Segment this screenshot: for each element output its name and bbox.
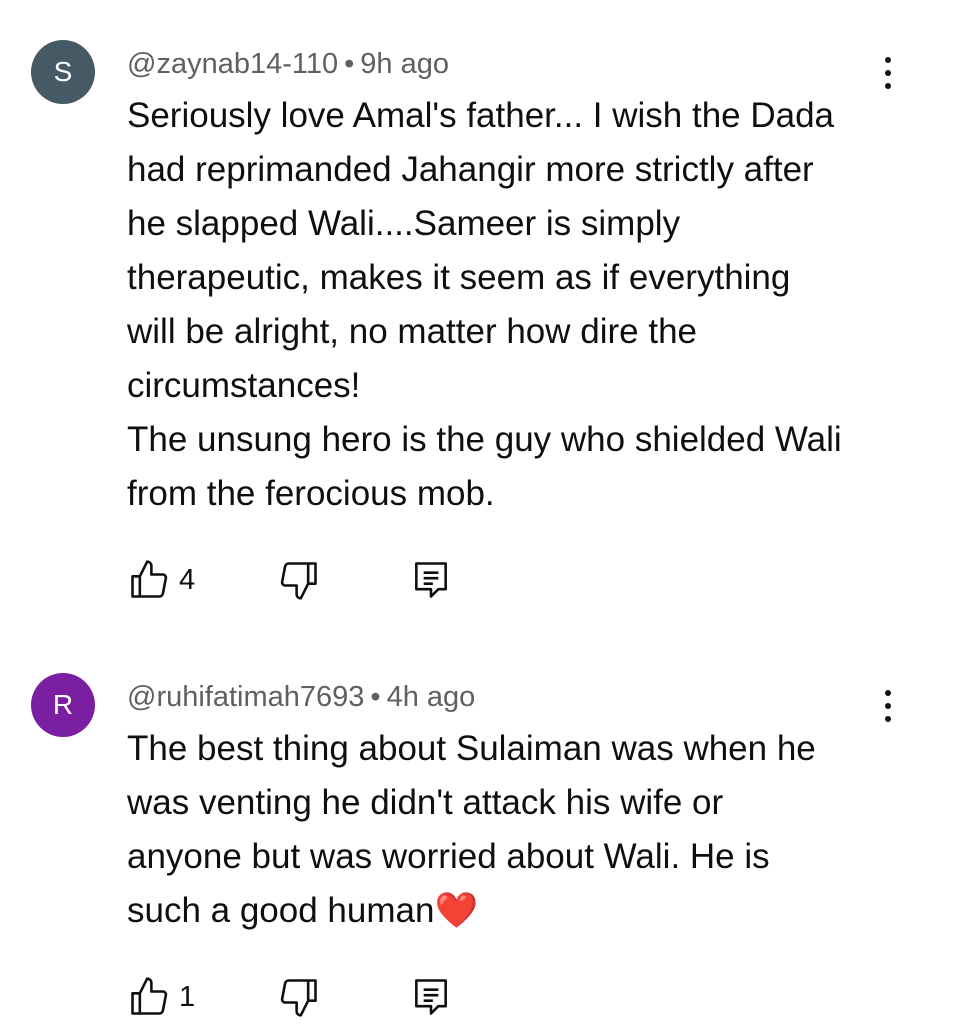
thumbs-down-icon[interactable] xyxy=(277,558,321,602)
comment-line: circumstances! xyxy=(127,366,361,405)
comment-meta: @zaynab14-110 • 9h ago xyxy=(127,46,449,82)
comment-line: was venting he didn't attack his wife or xyxy=(127,783,724,822)
comment-actions: 1 xyxy=(127,975,527,1019)
comment-text: Seriously love Amal's father... I wish t… xyxy=(127,89,917,521)
thumbs-up-icon xyxy=(131,560,168,598)
comment-line: The best thing about Sulaiman was when h… xyxy=(127,729,816,768)
avatar[interactable]: R xyxy=(31,673,95,737)
comment-line: anyone but was worried about Wali. He is xyxy=(127,837,770,876)
heart-emoji: ❤️ xyxy=(434,891,479,930)
like-button[interactable]: 1 xyxy=(127,975,217,1019)
meta-separator: • xyxy=(344,48,355,80)
reply-icon[interactable] xyxy=(409,975,453,1019)
comment-line: such a good human❤️ xyxy=(127,884,917,938)
thumbs-up-icon xyxy=(131,977,168,1015)
comment-actions: 4 xyxy=(127,558,527,602)
like-count: 4 xyxy=(179,564,196,596)
more-vert-icon[interactable] xyxy=(876,686,900,726)
like-button[interactable]: 4 xyxy=(127,558,217,602)
comment-time: 4h ago xyxy=(386,681,476,713)
comment-line: had reprimanded Jahangir more strictly a… xyxy=(127,150,814,189)
like-count: 1 xyxy=(179,981,196,1013)
comment-line: will be alright, no matter how dire the xyxy=(127,312,697,351)
thumbs-down-icon[interactable] xyxy=(277,975,321,1019)
author-handle[interactable]: @zaynab14-110 xyxy=(127,48,338,80)
comment-meta: @ruhifatimah7693 • 4h ago xyxy=(127,679,475,715)
comment-line: Seriously love Amal's father... I wish t… xyxy=(127,96,835,135)
author-handle[interactable]: @ruhifatimah7693 xyxy=(127,681,364,713)
reply-icon[interactable] xyxy=(409,558,453,602)
comment-line: he slapped Wali....Sameer is simply xyxy=(127,204,681,243)
meta-separator: • xyxy=(370,681,381,713)
comment-time: 9h ago xyxy=(360,48,449,80)
comment-line-text: such a good human xyxy=(127,891,435,930)
comment-line: from the ferocious mob. xyxy=(127,474,495,513)
more-vert-icon[interactable] xyxy=(876,53,900,93)
comment-line: therapeutic, makes it seem as if everyth… xyxy=(127,258,791,297)
comment-text: The best thing about Sulaiman was when h… xyxy=(127,722,917,938)
avatar[interactable]: S xyxy=(31,40,95,104)
comment-line: The unsung hero is the guy who shielded … xyxy=(127,420,842,459)
